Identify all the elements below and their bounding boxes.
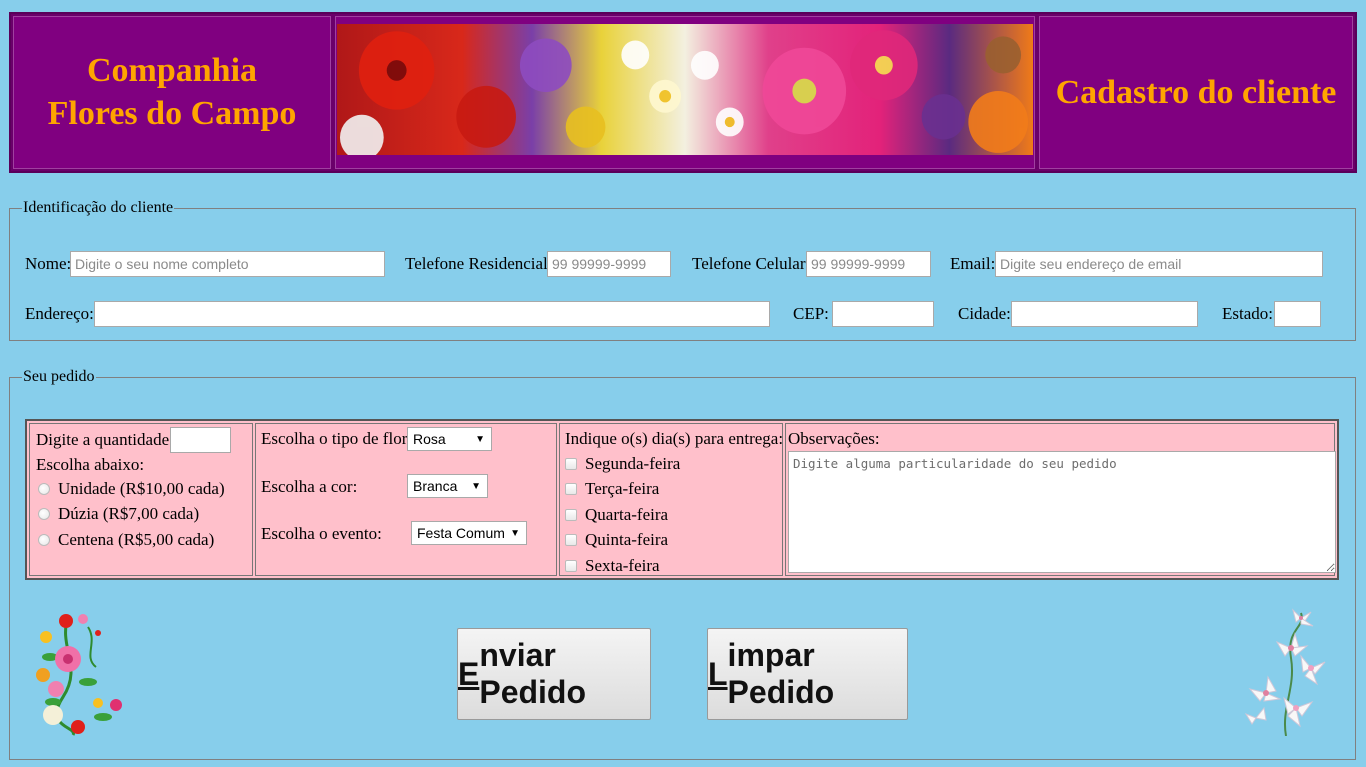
- banner-cell: [333, 14, 1037, 171]
- name-input[interactable]: [70, 251, 385, 277]
- flower-bouquet-icon: [36, 614, 122, 736]
- flower-type-select[interactable]: Rosa ▼: [407, 427, 492, 451]
- day-thursday[interactable]: Quinta-feira: [562, 528, 680, 554]
- home-phone-input[interactable]: [547, 251, 671, 277]
- dozen-option[interactable]: Dúzia (R$7,00 cada): [30, 502, 225, 528]
- day-label: Segunda-feira: [585, 453, 681, 473]
- order-legend: Seu pedido: [23, 368, 95, 385]
- dropdown-arrow-icon: ▼: [510, 527, 520, 539]
- flower-type-label: Escolha o tipo de flor:: [261, 429, 413, 448]
- event-select[interactable]: Festa Comum ▼: [411, 521, 527, 545]
- monday-checkbox[interactable]: [565, 457, 577, 470]
- cep-label: CEP:: [793, 304, 829, 323]
- day-label: Sexta-feira: [585, 555, 660, 575]
- day-wednesday[interactable]: Quarta-feira: [562, 502, 680, 528]
- page-header: Companhia Flores do Campo Cadastro do cl…: [9, 12, 1357, 173]
- hundred-option[interactable]: Centena (R$5,00 cada): [30, 527, 225, 553]
- page-title: Cadastro do cliente: [1037, 14, 1355, 171]
- flower-options-cell: Escolha o tipo de flor: Rosa ▼ Escolha a…: [255, 423, 557, 576]
- clear-button-label: impar Pedido: [727, 637, 835, 710]
- state-input[interactable]: [1274, 301, 1321, 327]
- cell-phone-input[interactable]: [806, 251, 931, 277]
- quantity-label: Digite a quantidade:: [36, 430, 174, 449]
- send-access-key: E: [458, 655, 480, 692]
- company-name-line1: Companhia: [86, 52, 258, 89]
- unit-option-label: Unidade (R$10,00 cada): [58, 478, 225, 498]
- clear-access-key: L: [708, 655, 728, 692]
- dozen-option-label: Dúzia (R$7,00 cada): [58, 504, 200, 524]
- tuesday-checkbox[interactable]: [565, 483, 577, 496]
- hundred-radio[interactable]: [38, 533, 50, 546]
- lily-bouquet-icon: [1244, 608, 1326, 736]
- email-input[interactable]: [995, 251, 1323, 277]
- event-value: Festa Comum: [417, 525, 505, 541]
- wednesday-checkbox[interactable]: [565, 508, 577, 521]
- friday-checkbox[interactable]: [565, 559, 577, 572]
- clear-order-button[interactable]: Limpar Pedido: [707, 628, 908, 720]
- quantity-cell: Digite a quantidade: Escolha abaixo: Uni…: [29, 423, 253, 576]
- company-name-line2: Flores do Campo: [47, 94, 297, 132]
- unit-option[interactable]: Unidade (R$10,00 cada): [30, 476, 225, 502]
- color-value: Branca: [413, 478, 458, 494]
- dropdown-arrow-icon: ▼: [475, 433, 485, 445]
- notes-textarea[interactable]: [788, 451, 1336, 573]
- day-label: Terça-feira: [585, 479, 660, 499]
- delivery-days-cell: Indique o(s) dia(s) para entrega: Segund…: [559, 423, 783, 576]
- dropdown-arrow-icon: ▼: [471, 480, 481, 492]
- day-monday[interactable]: Segunda-feira: [562, 451, 680, 477]
- delivery-label: Indique o(s) dia(s) para entrega:: [565, 429, 784, 448]
- name-label: Nome:: [25, 254, 72, 273]
- order-table: Digite a quantidade: Escolha abaixo: Uni…: [25, 419, 1339, 580]
- unit-radio[interactable]: [38, 482, 50, 495]
- flower-type-value: Rosa: [413, 431, 446, 447]
- notes-label: Observações:: [788, 429, 880, 448]
- flowers-banner-image: [337, 24, 1033, 155]
- city-label: Cidade:: [958, 304, 1011, 323]
- cell-phone-label: Telefone Celular:: [692, 254, 811, 273]
- email-label: Email:: [950, 254, 996, 273]
- day-label: Quarta-feira: [585, 504, 669, 524]
- choose-below-label: Escolha abaixo:: [36, 455, 145, 474]
- send-order-button[interactable]: Enviar Pedido: [457, 628, 651, 720]
- event-label: Escolha o evento:: [261, 524, 382, 543]
- send-button-label: nviar Pedido: [479, 637, 587, 710]
- state-label: Estado:: [1222, 304, 1273, 323]
- address-label: Endereço:: [25, 304, 94, 323]
- day-friday[interactable]: Sexta-feira: [562, 553, 680, 579]
- address-input[interactable]: [94, 301, 770, 327]
- cep-input[interactable]: [832, 301, 934, 327]
- home-phone-label: Telefone Residencial:: [405, 254, 553, 273]
- hundred-option-label: Centena (R$5,00 cada): [58, 529, 215, 549]
- notes-cell: Observações:: [785, 423, 1336, 576]
- thursday-checkbox[interactable]: [565, 534, 577, 547]
- dozen-radio[interactable]: [38, 508, 50, 521]
- identification-legend: Identificação do cliente: [23, 199, 174, 216]
- day-label: Quinta-feira: [585, 530, 669, 550]
- day-tuesday[interactable]: Terça-feira: [562, 477, 680, 503]
- company-name: Companhia Flores do Campo: [11, 14, 333, 171]
- color-label: Escolha a cor:: [261, 477, 358, 496]
- city-input[interactable]: [1011, 301, 1198, 327]
- color-select[interactable]: Branca ▼: [407, 474, 488, 498]
- quantity-input[interactable]: [170, 427, 231, 453]
